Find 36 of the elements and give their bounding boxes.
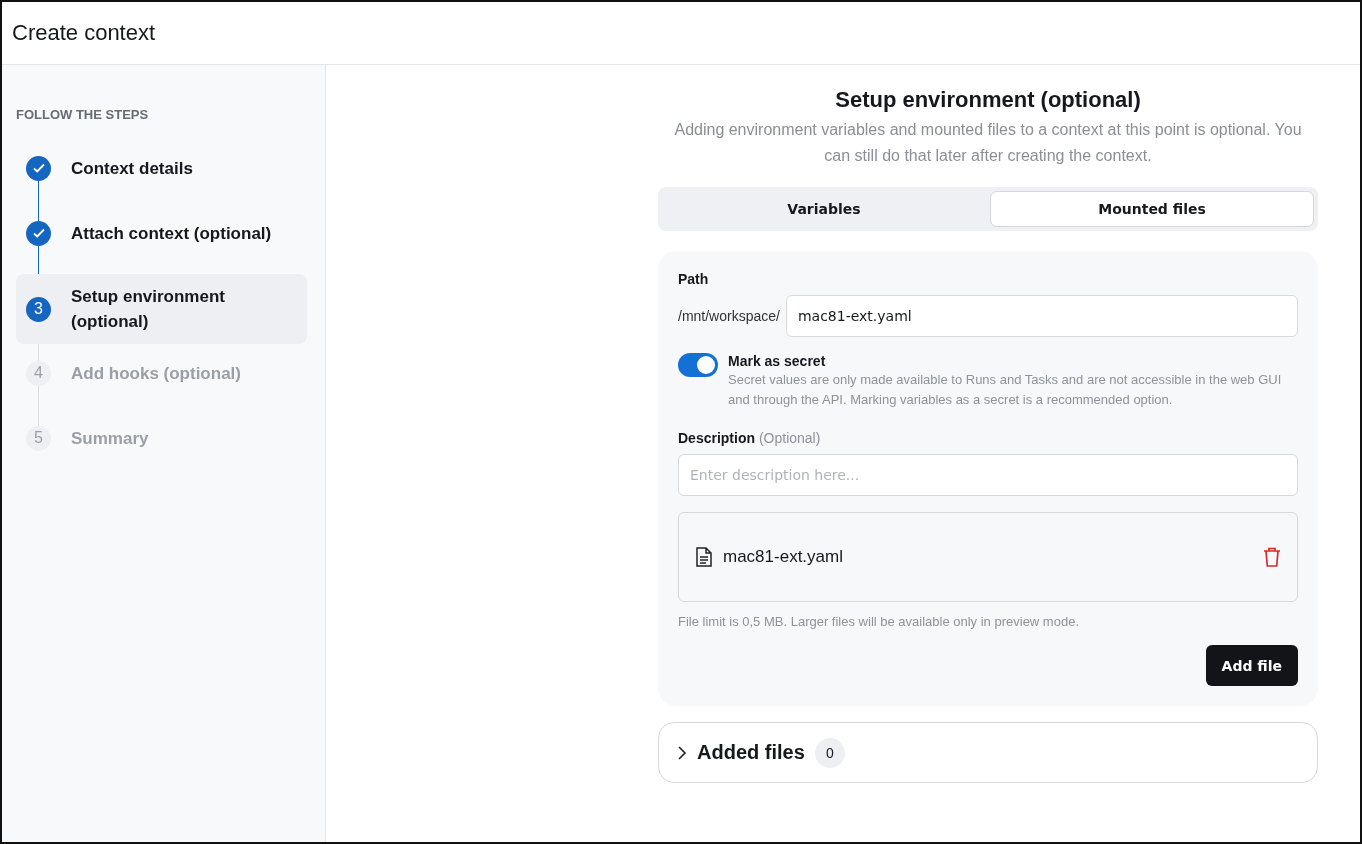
- steps-heading: FOLLOW THE STEPS: [16, 107, 150, 122]
- section-title: Setup environment (optional): [834, 87, 1142, 113]
- step-number: 4: [26, 360, 51, 386]
- file-name: mac81-ext.yaml: [723, 547, 844, 567]
- check-icon: [31, 226, 46, 240]
- count-badge: 0: [814, 737, 845, 768]
- check-icon: [31, 161, 46, 175]
- step-label: Attach context (optional): [71, 222, 272, 245]
- step-number: 5: [26, 425, 51, 451]
- description-label: Description (Optional): [678, 430, 822, 446]
- tab[interactable]: Mounted files: [990, 191, 1314, 227]
- step-item[interactable]: Attach context (optional): [16, 209, 307, 257]
- secret-label: Mark as secret: [728, 353, 827, 369]
- current-step[interactable]: 3 Setup environment (optional): [16, 274, 307, 344]
- step-item[interactable]: Context details: [16, 144, 307, 192]
- section-subtitle: Adding environment variables and mounted files to a context at this point is optional. You can still do that later after creating the context.: [673, 120, 1303, 166]
- added-files-label: Added files: [697, 741, 805, 764]
- path-prefix: /mnt/workspace/: [678, 308, 780, 324]
- added-files-accordion[interactable]: Added files 0: [658, 722, 1318, 783]
- tab[interactable]: Variables: [662, 191, 986, 227]
- secret-toggle[interactable]: [678, 353, 718, 377]
- add-file-button[interactable]: Add file: [1205, 645, 1298, 686]
- description-input[interactable]: Enter description here...: [678, 454, 1298, 496]
- document-icon: [695, 547, 713, 567]
- step-label: Context details: [71, 157, 193, 180]
- step-label: Setup environment (optional): [71, 286, 226, 333]
- step-label: Summary: [71, 427, 149, 450]
- window-title: Create context: [12, 20, 156, 46]
- file-limit-note: File limit is 0,5 MB. Larger files will be available only in preview mode.: [678, 614, 1080, 629]
- path-label: Path: [678, 271, 710, 287]
- trash-icon[interactable]: [1263, 547, 1281, 567]
- step-label: Add hooks (optional): [71, 362, 241, 385]
- chevron-icon: [677, 744, 687, 761]
- step-number: 3: [26, 296, 51, 322]
- secret-help: Secret values are only made available to Runs and Tasks and are not accessible in the web GUI and through the API. Marking variables as a secret is a recommended option.: [728, 371, 1283, 409]
- path-input[interactable]: mac81-ext.yaml: [785, 295, 1298, 337]
